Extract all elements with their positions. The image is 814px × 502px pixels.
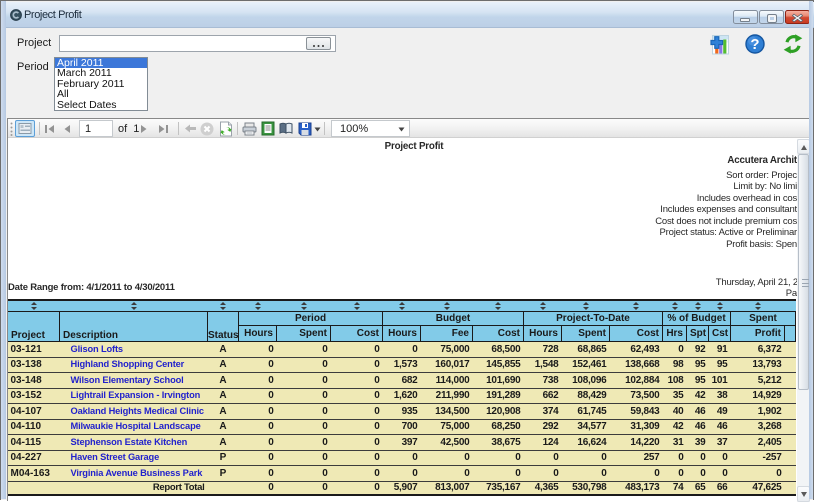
svg-text:?: ? [750, 36, 759, 53]
